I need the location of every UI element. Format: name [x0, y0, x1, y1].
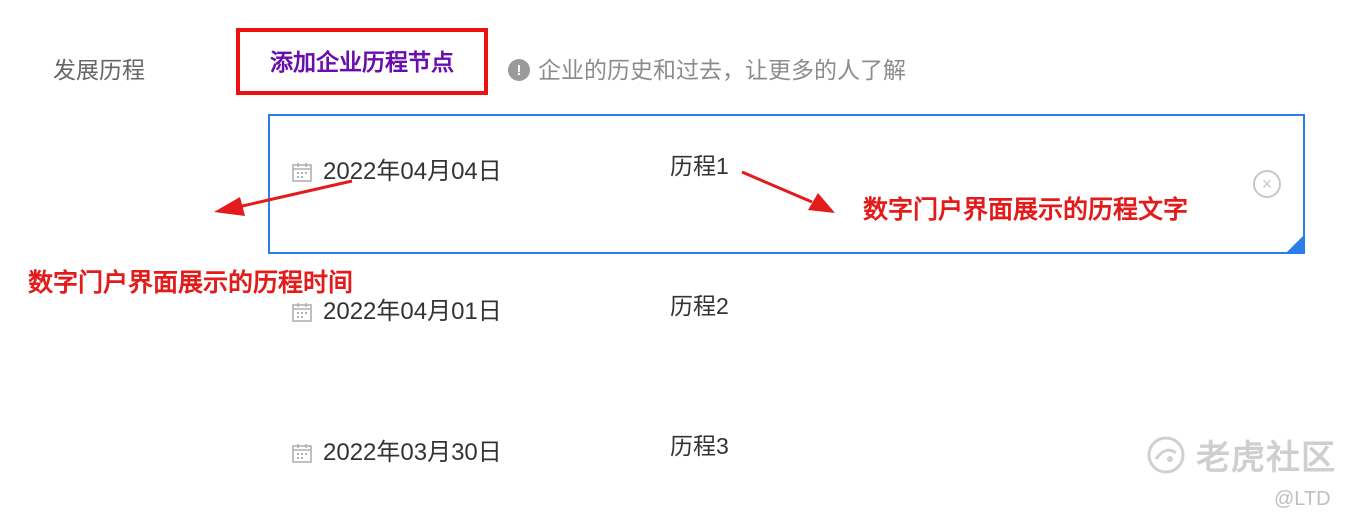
calendar-icon — [292, 444, 312, 463]
info-icon: ! — [508, 59, 530, 81]
arrow-head-time — [214, 197, 245, 216]
hint-row: ! 企业的历史和过去，让更多的人了解 — [508, 55, 906, 85]
remove-node-icon[interactable]: × — [1253, 170, 1281, 198]
annotation-history-text: 数字门户界面展示的历程文字 — [851, 191, 1201, 229]
calendar-icon — [292, 163, 312, 182]
calendar-icon — [292, 303, 312, 322]
watermark: 老虎社区 — [1146, 430, 1336, 479]
add-history-node-label: 添加企业历程节点 — [270, 48, 454, 75]
timeline-text-input[interactable]: 历程1 — [670, 151, 729, 181]
date-picker[interactable]: 2022年04月01日 — [291, 297, 502, 327]
timeline-date: 2022年04月01日 — [323, 298, 502, 325]
timeline-text-input[interactable]: 历程2 — [670, 291, 729, 321]
watermark-brand: 老虎社区 — [1196, 439, 1336, 477]
resize-handle[interactable] — [1287, 236, 1303, 252]
field-label-history: 发展历程 — [53, 57, 145, 83]
annotation-history-time: 数字门户界面展示的历程时间 — [28, 269, 354, 297]
date-picker[interactable]: 2022年04月04日 — [291, 157, 502, 187]
watermark-sub: @LTD — [1274, 488, 1331, 510]
date-picker[interactable]: 2022年03月30日 — [291, 438, 502, 468]
add-history-node-button[interactable]: 添加企业历程节点 — [236, 28, 488, 95]
timeline-date: 2022年03月30日 — [323, 439, 502, 466]
timeline-text-input[interactable]: 历程3 — [670, 431, 729, 461]
hint-text: 企业的历史和过去，让更多的人了解 — [538, 57, 906, 83]
tiger-logo-icon — [1147, 436, 1185, 473]
timeline-date: 2022年04月04日 — [323, 158, 502, 185]
